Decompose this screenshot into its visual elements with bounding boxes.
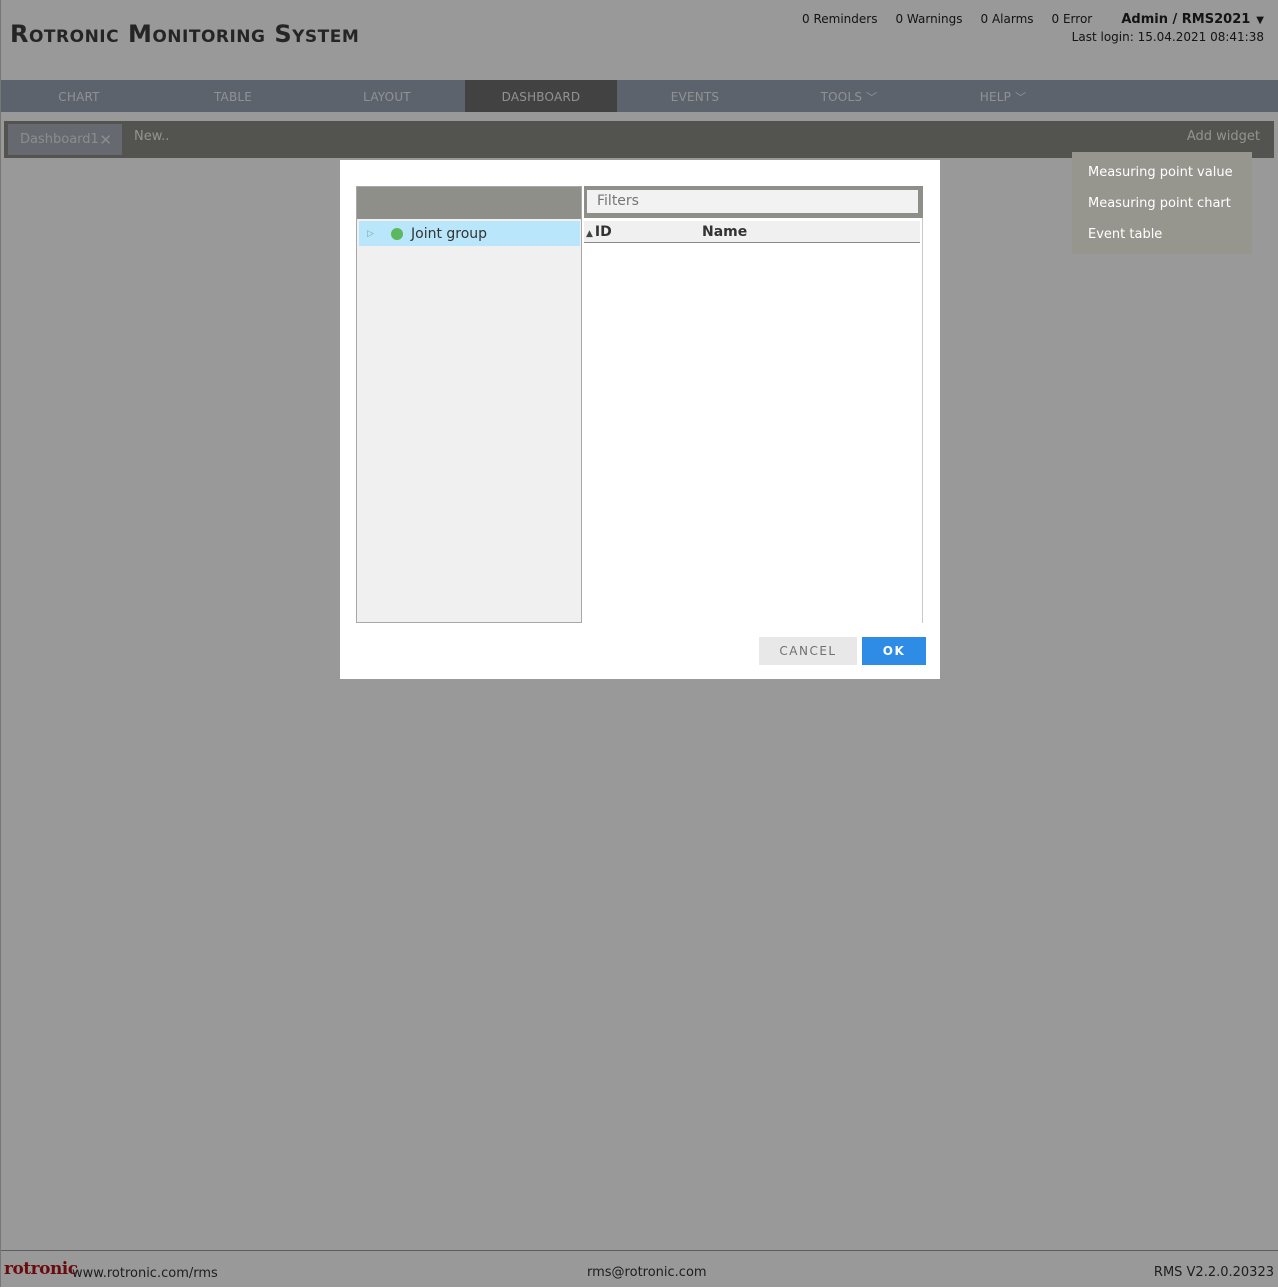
group-tree-panel: ▷ Joint group (356, 186, 582, 623)
menu-item-measuring-point-chart[interactable]: Measuring point chart (1072, 189, 1252, 220)
menu-item-event-table[interactable]: Event table (1072, 220, 1252, 251)
sort-ascending-icon: ▲ (586, 229, 593, 239)
filters-input[interactable] (587, 190, 918, 213)
add-widget-menu: Measuring point value Measuring point ch… (1072, 152, 1252, 254)
table-header: ▲ ID Name (584, 221, 920, 243)
expand-arrow-icon[interactable]: ▷ (367, 221, 374, 247)
ok-button[interactable]: OK (862, 637, 926, 665)
select-measuring-point-dialog: ▷ Joint group ▲ID Name CANCEL OK (340, 160, 940, 679)
measuring-point-list-panel: ▲ID Name (584, 186, 923, 623)
menu-item-measuring-point-value[interactable]: Measuring point value (1072, 158, 1252, 189)
cancel-button[interactable]: CANCEL (759, 637, 857, 665)
tree-item-joint-group[interactable]: ▷ Joint group (359, 221, 580, 246)
tree-header (357, 187, 581, 219)
column-header-id[interactable]: ▲ ID (586, 221, 612, 245)
page-border (0, 0, 1, 1287)
filter-bar (584, 186, 923, 218)
column-header-name[interactable]: Name (702, 221, 747, 243)
column-id-label: ID (594, 224, 612, 240)
tree-item-label: Joint group (411, 226, 488, 242)
status-dot-icon (391, 228, 403, 240)
